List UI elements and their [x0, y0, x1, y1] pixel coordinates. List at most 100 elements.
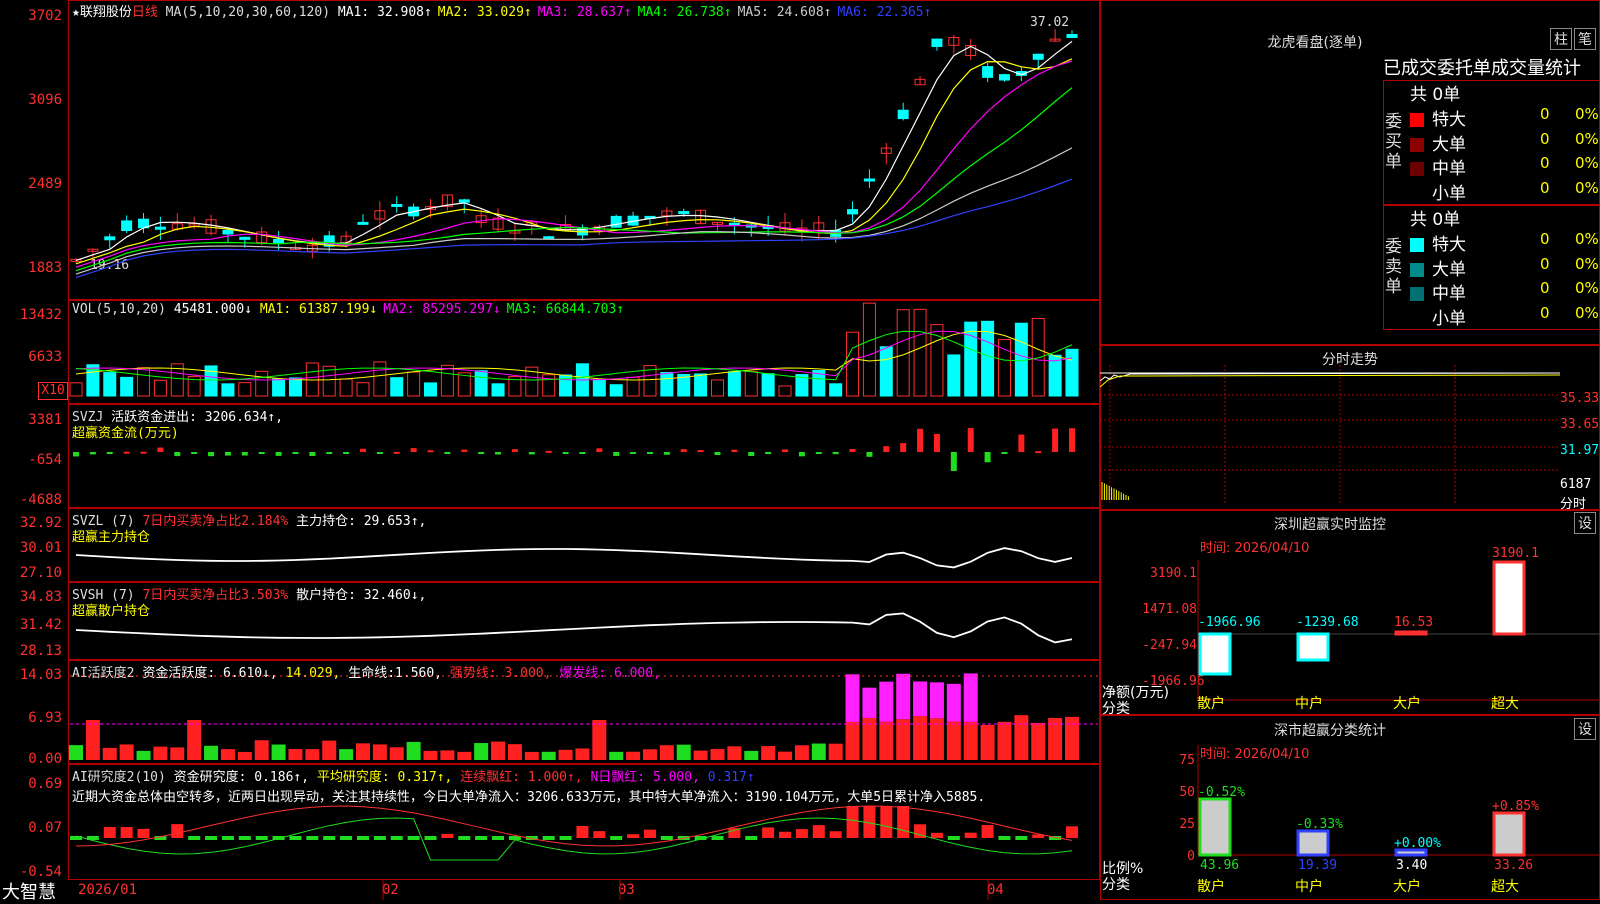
ma-line-5	[75, 147, 1073, 275]
research-bar	[880, 806, 893, 838]
class-bar-label: 中户	[1295, 878, 1323, 895]
research-bar	[188, 836, 201, 840]
sz-class-chart[interactable]: -0.52% 43.96 散户 -0.33% 19.39 中户 +0.00% 3.40 大户 +0…	[1100, 715, 1600, 900]
volume-bar	[947, 354, 961, 397]
row-label: 特大	[1432, 235, 1466, 255]
research-bar	[407, 836, 420, 840]
volume-bar	[474, 370, 488, 397]
active-bar	[457, 751, 472, 760]
class-bar-label: 散户	[1197, 878, 1225, 895]
research-bar	[559, 836, 572, 840]
active-bar	[761, 746, 776, 760]
color-swatch	[1410, 238, 1424, 252]
fund-flow-bar	[967, 428, 974, 452]
fund-flow-bar	[140, 451, 147, 454]
monitor-bar-value: 3190.1	[1492, 546, 1539, 561]
active-bar	[119, 744, 134, 760]
volume-bar	[373, 361, 387, 397]
active-bar	[541, 751, 556, 760]
lhb-title: 龙虎看盘(逐单)	[1267, 35, 1363, 51]
volume-bar	[356, 382, 370, 397]
chart-svg[interactable]	[0, 0, 1100, 900]
main-chart-area[interactable]: 3702 3096 2489 1883 13432 6633 X10 3381 …	[0, 0, 1100, 903]
volume-bar	[1065, 348, 1079, 397]
fund-flow-bar	[950, 452, 957, 471]
fund-flow-bar	[106, 452, 113, 454]
candle-body	[104, 236, 116, 241]
active-burst-bar	[929, 682, 944, 719]
color-swatch	[1410, 162, 1424, 176]
fund-flow-bar	[1052, 428, 1059, 452]
buy-row: 大单	[1410, 130, 1466, 155]
active-bar	[440, 750, 455, 760]
volume-bar	[1031, 318, 1045, 397]
color-swatch	[1410, 113, 1424, 127]
fund-flow-bar	[562, 452, 569, 454]
active-bar	[778, 751, 793, 760]
candle-body	[543, 236, 555, 240]
active-burst-bar	[845, 674, 860, 722]
buy-row: 特大	[1410, 105, 1466, 130]
row-label: 大单	[1432, 134, 1466, 155]
fenshi-tick: 35.33	[1560, 391, 1600, 406]
fund-flow-bar	[326, 452, 333, 454]
svsh-line	[75, 612, 1073, 644]
buy-row: 小单	[1410, 179, 1466, 204]
active-bar	[406, 741, 421, 760]
fund-flow-bar	[832, 452, 839, 455]
class-bar-value: 33.26	[1494, 858, 1533, 873]
fund-flow-bar	[495, 452, 502, 455]
fund-flow-bar	[1069, 428, 1075, 452]
class-bar-value: 43.96	[1200, 858, 1239, 873]
research-bar	[795, 829, 808, 838]
research-bar	[205, 836, 218, 840]
fenshi-price	[1100, 372, 1560, 382]
fenshi-chart[interactable]	[1100, 365, 1560, 510]
volume-bar	[694, 373, 708, 397]
active-bar	[592, 720, 607, 760]
active-bar	[524, 751, 539, 760]
fund-flow-bar	[461, 449, 468, 452]
class-bar-2	[1296, 829, 1330, 857]
tick-view-button[interactable]: 笔	[1574, 28, 1596, 50]
volume-bar	[1048, 354, 1062, 397]
buy-count: 0	[1540, 105, 1550, 123]
active-burst-bar	[946, 683, 961, 722]
class-bar-1	[1198, 797, 1232, 857]
fund-flow-bar	[815, 452, 822, 454]
buy-total: 共 0单	[1410, 85, 1461, 105]
research-bar	[846, 806, 859, 838]
active-bar	[845, 721, 860, 760]
sell-count: 0	[1540, 254, 1550, 273]
volume-bar	[829, 383, 843, 397]
active-bar	[980, 724, 995, 760]
active-bar	[305, 749, 320, 760]
volume-bar	[120, 376, 134, 397]
bar-view-button[interactable]: 柱	[1550, 28, 1572, 50]
sz-monitor-chart[interactable]: -1966.96 散户 -1239.68 中户 16.53 大户 3190.1 超大	[1100, 510, 1600, 715]
active-burst-bar	[879, 681, 894, 722]
sell-pct: 0%	[1575, 254, 1599, 273]
volume-bar	[778, 385, 792, 397]
active-bar	[1031, 722, 1046, 760]
class-bar-change: -0.52%	[1198, 785, 1245, 800]
research-bar	[306, 836, 319, 840]
candle-body	[1032, 53, 1044, 60]
research-bar	[897, 806, 910, 838]
volume-bar	[339, 378, 353, 397]
volume-bar	[862, 302, 876, 397]
active-bar	[220, 749, 235, 760]
active-bar	[288, 749, 303, 760]
fund-flow-bar	[511, 449, 518, 452]
fund-flow-bar	[444, 452, 451, 454]
research-bar	[1015, 836, 1028, 840]
color-swatch	[1410, 262, 1424, 277]
active-burst-bar	[896, 673, 911, 720]
buy-pct: 0%	[1575, 178, 1599, 197]
class-bar-4	[1492, 811, 1526, 857]
fund-flow-bar	[275, 452, 282, 456]
volume-bar	[238, 382, 252, 397]
buy-count: 0	[1540, 178, 1550, 197]
active-bar	[710, 748, 725, 760]
research-bar	[660, 836, 673, 840]
